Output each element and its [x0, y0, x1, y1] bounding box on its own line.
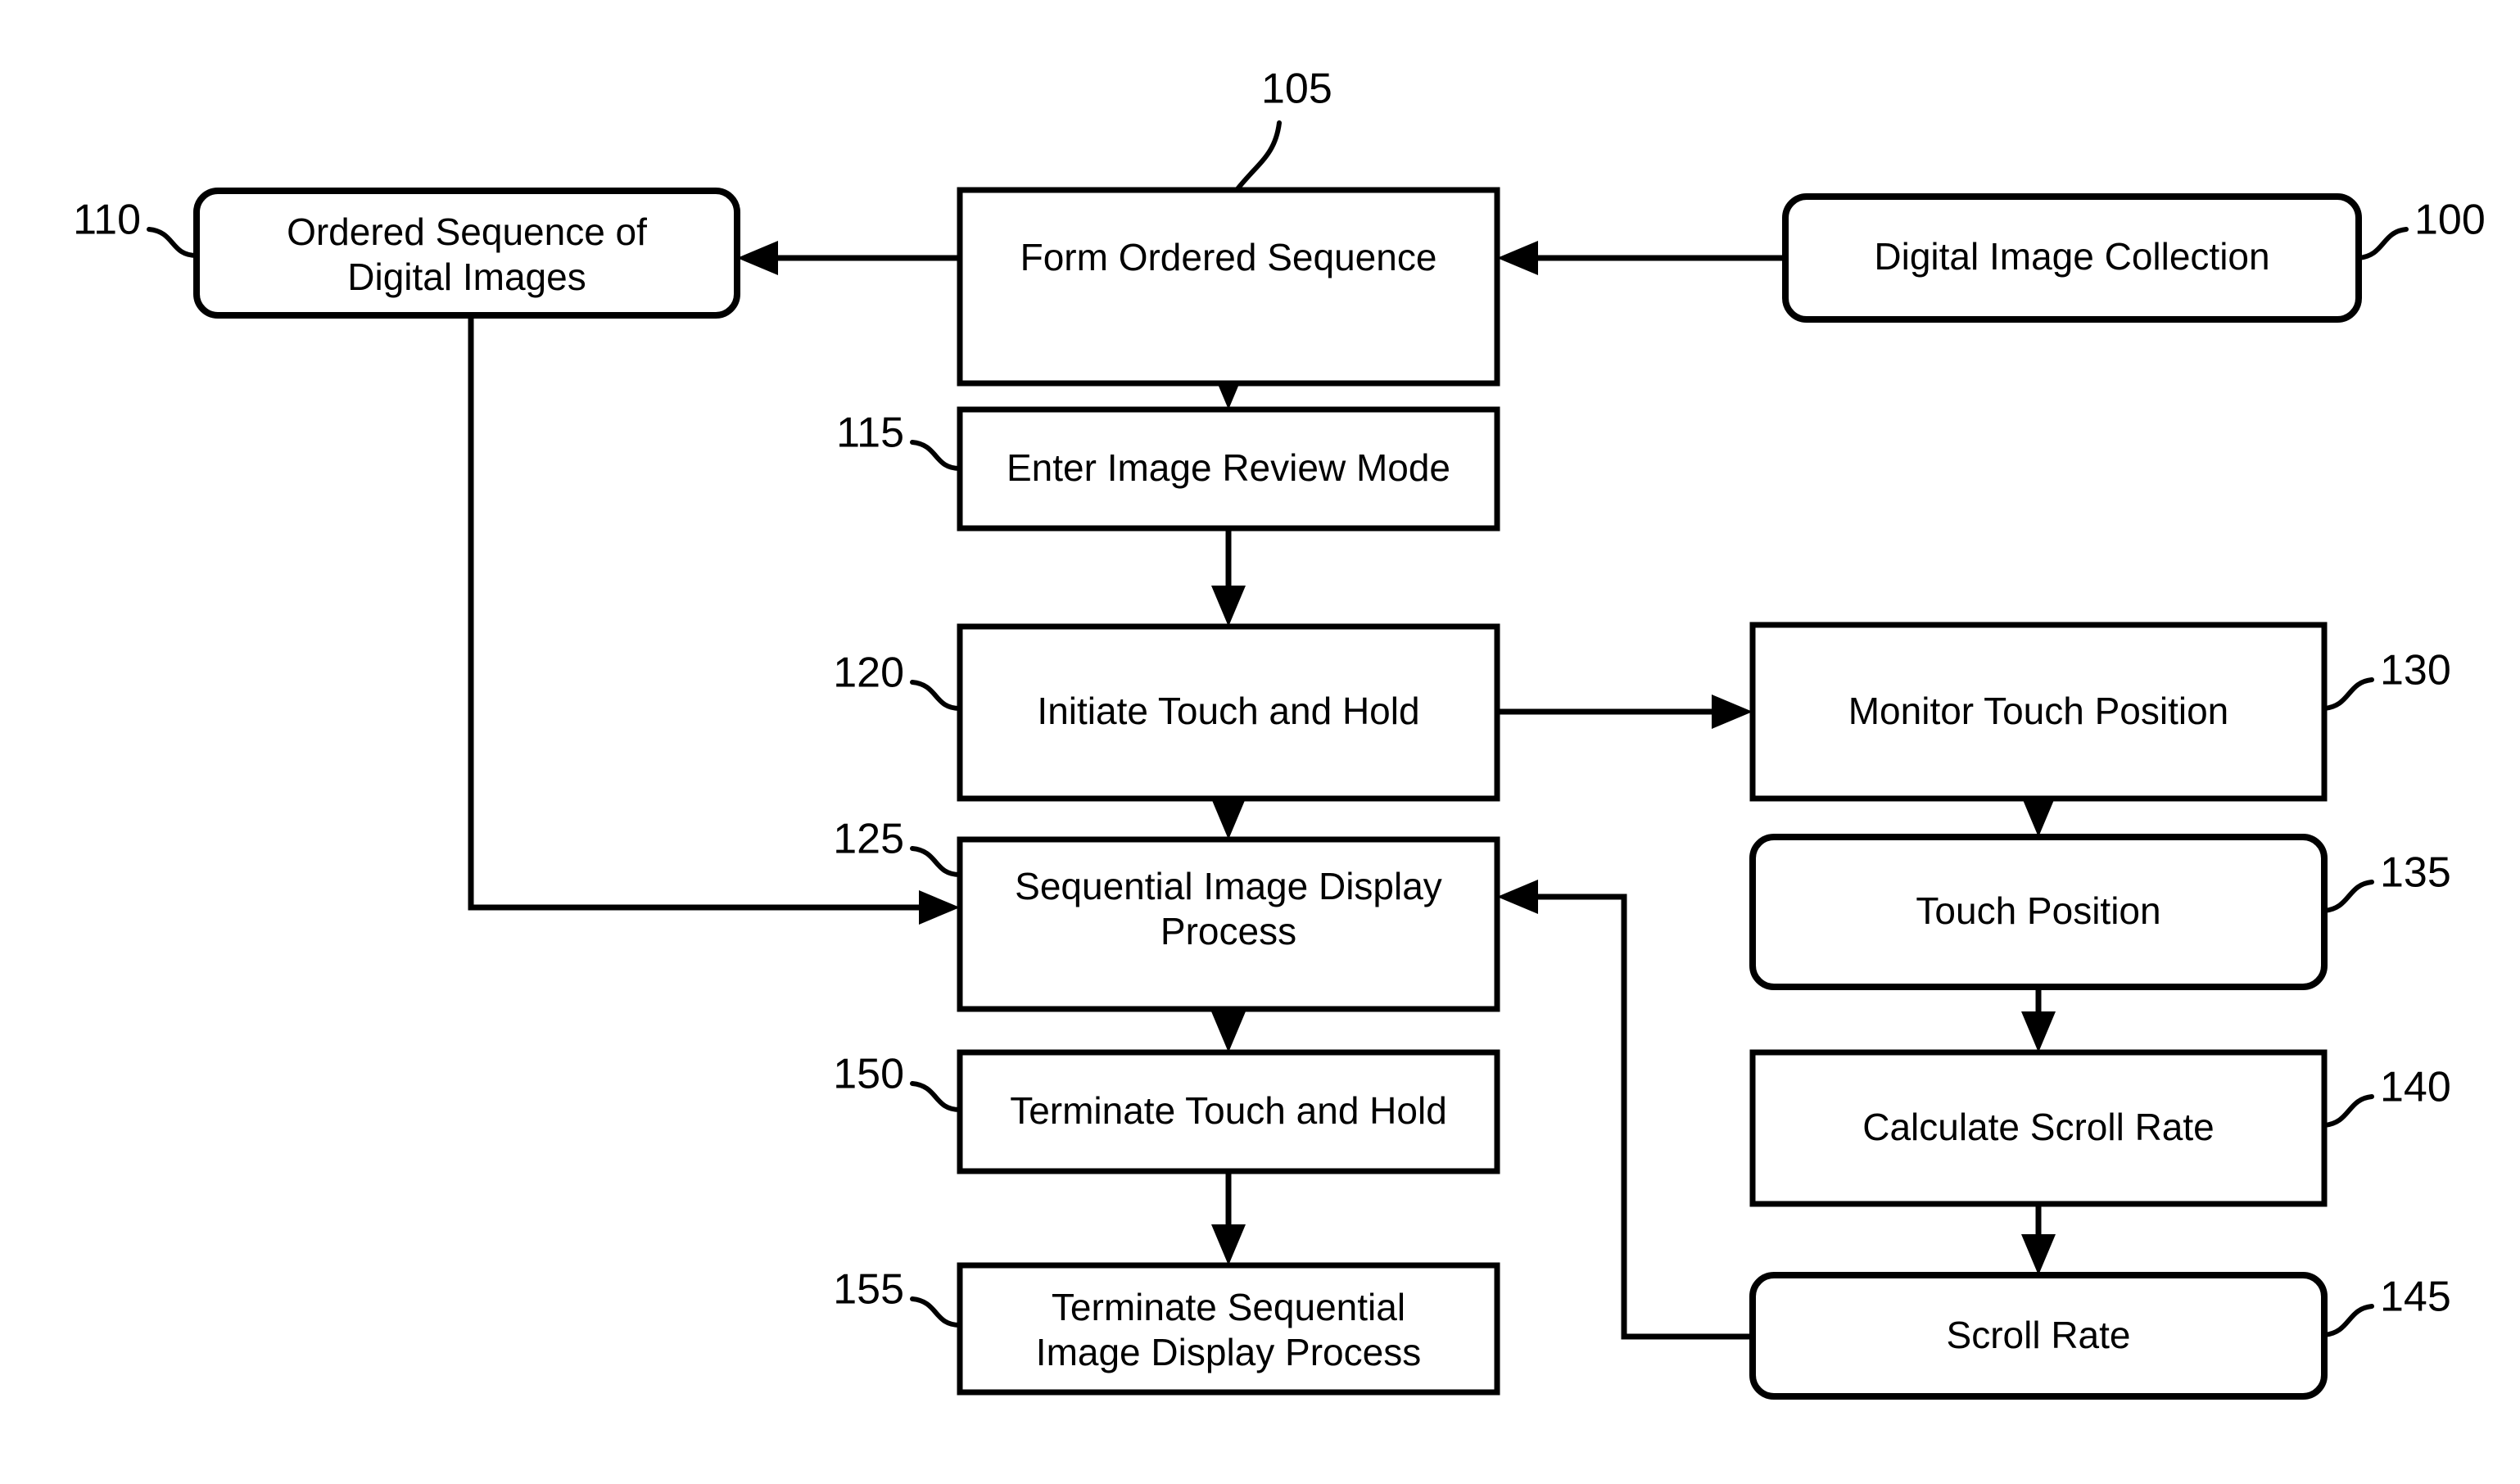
node-110-label-line1: Ordered Sequence of: [287, 210, 647, 253]
edge-100-to-105: [1497, 241, 1785, 275]
leader-115: [910, 440, 962, 471]
node-115[interactable]: Enter Image Review Mode 115: [836, 406, 1500, 532]
edge-120-to-125: [1211, 799, 1246, 839]
edge-150-to-155: [1211, 1171, 1246, 1265]
node-100-label: Digital Image Collection: [1874, 235, 2269, 278]
leader-100: [2356, 227, 2409, 260]
ref-number-150: 150: [833, 1051, 904, 1098]
leader-145: [2322, 1304, 2374, 1337]
node-125-label-line2: Process: [1160, 910, 1296, 952]
node-110-label-line2: Digital Images: [347, 256, 586, 298]
edge-135-to-140: [2021, 987, 2056, 1052]
leader-155: [910, 1296, 962, 1328]
edge-145-to-125: [1497, 880, 1753, 1340]
node-120[interactable]: Initiate Touch and Hold 120: [833, 623, 1500, 802]
ref-number-130: 130: [2380, 647, 2451, 694]
node-135-label: Touch Position: [1916, 889, 2160, 932]
node-155[interactable]: Terminate Sequential Image Display Proce…: [833, 1262, 1500, 1396]
node-120-label: Initiate Touch and Hold: [1037, 690, 1419, 732]
node-145-label: Scroll Rate: [1947, 1314, 2131, 1356]
ref-number-105: 105: [1261, 66, 1332, 113]
ref-number-125: 125: [833, 816, 904, 863]
leader-110: [147, 227, 199, 258]
edge-120-to-130: [1497, 694, 1753, 729]
ref-number-145: 145: [2380, 1274, 2451, 1321]
ref-number-115: 115: [836, 409, 904, 457]
ref-number-120: 120: [833, 649, 904, 697]
node-100[interactable]: Digital Image Collection 100: [1782, 193, 2486, 323]
node-105[interactable]: Form Ordered Sequence 105: [957, 66, 1500, 387]
edge-140-to-145: [2021, 1204, 2056, 1275]
ref-number-100: 100: [2414, 197, 2486, 244]
node-140-label: Calculate Scroll Rate: [1862, 1106, 2215, 1148]
node-105-shape[interactable]: [957, 187, 1500, 387]
node-140[interactable]: Calculate Scroll Rate 140: [1749, 1049, 2451, 1207]
ref-number-140: 140: [2380, 1064, 2451, 1111]
flowchart-diagram: Digital Image Collection 100 Form Ordere…: [73, 66, 2486, 1400]
ref-number-110: 110: [73, 197, 141, 244]
edge-105-to-110: [737, 241, 960, 275]
node-135[interactable]: Touch Position 135: [1749, 834, 2451, 990]
edge-130-to-135: [2021, 796, 2056, 837]
node-125-label-line1: Sequential Image Display: [1015, 865, 1442, 907]
leader-125: [910, 846, 962, 877]
node-105-label: Form Ordered Sequence: [1020, 236, 1437, 278]
leader-135: [2322, 880, 2374, 913]
leader-150: [910, 1081, 962, 1112]
node-130-label: Monitor Touch Position: [1848, 690, 2229, 732]
leader-105: [1234, 120, 1282, 192]
node-145[interactable]: Scroll Rate 145: [1749, 1272, 2451, 1400]
ref-number-135: 135: [2380, 849, 2451, 897]
leader-140: [2322, 1094, 2374, 1128]
node-155-label-line1: Terminate Sequential: [1052, 1286, 1405, 1328]
leader-130: [2322, 677, 2374, 711]
figure-canvas: Digital Image Collection 100 Form Ordere…: [0, 0, 2520, 1484]
node-115-label: Enter Image Review Mode: [1007, 446, 1450, 489]
node-150[interactable]: Terminate Touch and Hold 150: [833, 1049, 1500, 1174]
node-130[interactable]: Monitor Touch Position 130: [1749, 622, 2451, 802]
node-155-label-line2: Image Display Process: [1036, 1331, 1421, 1373]
ref-number-155: 155: [833, 1266, 904, 1314]
leader-120: [910, 680, 962, 711]
edge-125-to-150: [1211, 1009, 1246, 1052]
node-150-label: Terminate Touch and Hold: [1010, 1089, 1447, 1132]
edge-115-to-120: [1211, 528, 1246, 627]
node-110[interactable]: Ordered Sequence of Digital Images 110: [73, 188, 740, 319]
